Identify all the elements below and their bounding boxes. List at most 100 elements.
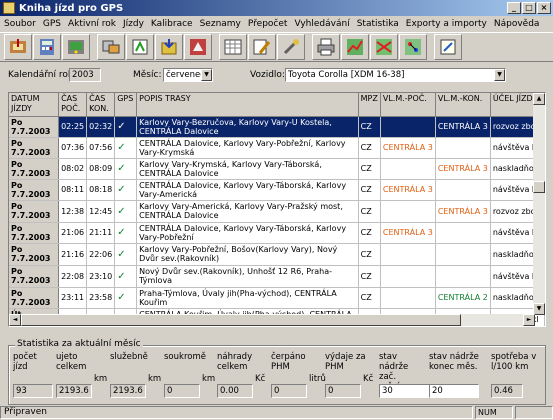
map-icon[interactable] — [341, 34, 369, 60]
help-icon[interactable] — [434, 34, 462, 60]
route-recalc-icon[interactable] — [126, 34, 154, 60]
table-row[interactable]: Po 7.7.2003 08:02 08:09 ✓ Karlovy Vary-Kryms… — [9, 158, 545, 180]
menu-gps[interactable]: GPS — [43, 19, 61, 29]
cell-desc[interactable]: Nový Dvůr sev.(Rakovník), Unhošť 12 R6, … — [136, 265, 359, 288]
cell-end[interactable]: 21:11 — [86, 222, 116, 244]
cell-start[interactable]: 08:02 — [58, 158, 88, 180]
places-icon[interactable] — [184, 34, 212, 60]
cell-gps[interactable]: ✓ — [114, 265, 138, 288]
map-points-icon[interactable] — [399, 34, 427, 60]
cell-from[interactable]: CENTRÁLA 3 — [380, 222, 436, 244]
cell-to[interactable] — [435, 137, 491, 159]
cell-desc[interactable]: Karlovy Vary-Americká, Karlovy Vary-Praž… — [136, 200, 359, 223]
table-row[interactable]: Po 7.7.2003 21:06 21:11 ✓ CENTRÁLA Dalovice,… — [9, 222, 545, 244]
col-date[interactable]: DATUM JÍZDY — [9, 93, 60, 117]
cell-to[interactable]: CENTRÁLA 3 — [435, 116, 491, 138]
col-mpz[interactable]: MPZ — [358, 93, 381, 117]
cell-gps[interactable]: ✓ — [114, 179, 138, 201]
cell-to[interactable] — [435, 179, 491, 201]
cell-date[interactable]: Po 7.7.2003 — [9, 287, 60, 309]
menu-napoveda[interactable]: Nápověda — [494, 19, 540, 29]
col-end[interactable]: ČAS KON. — [86, 93, 116, 117]
vehicles-icon[interactable] — [97, 34, 125, 60]
cell-start[interactable]: 07:36 — [58, 137, 88, 159]
cell-from[interactable] — [380, 158, 436, 180]
cell-start[interactable]: 23:11 — [58, 287, 88, 309]
cell-end[interactable]: 22:06 — [86, 243, 116, 266]
cell-end[interactable]: 08:18 — [86, 179, 116, 201]
cell-date[interactable]: Po 7.7.2003 — [9, 200, 60, 223]
col-desc[interactable]: POPIS TRASY — [136, 93, 359, 117]
cell-mpz[interactable]: CZ — [358, 243, 381, 266]
cell-start[interactable]: 08:11 — [58, 179, 88, 201]
scroll-left-icon[interactable]: ◄ — [9, 314, 21, 326]
cell-from[interactable]: CENTRÁLA 3 — [380, 137, 436, 159]
cell-end[interactable]: 12:45 — [86, 200, 116, 223]
cell-end[interactable]: 23:10 — [86, 265, 116, 288]
table-row[interactable]: Po 7.7.2003 07:36 07:56 ✓ CENTRÁLA Dalovice,… — [9, 137, 545, 159]
cell-desc[interactable]: Praha-Týmlova, Úvaly jih(Pha-východ), CE… — [136, 287, 359, 309]
cell-desc[interactable]: CENTRÁLA Dalovice, Karlovy Vary-Táborská… — [136, 222, 359, 244]
cell-desc[interactable]: Karlovy Vary-Pobřežní, Bošov(Karlovy Var… — [136, 243, 359, 266]
cell-mpz[interactable]: CZ — [358, 200, 381, 223]
cell-date[interactable]: Po 7.7.2003 — [9, 179, 60, 201]
cell-mpz[interactable]: CZ — [358, 137, 381, 159]
cell-end[interactable]: 08:09 — [86, 158, 116, 180]
cell-date[interactable]: Po 7.7.2003 — [9, 158, 60, 180]
cell-from[interactable] — [380, 243, 436, 266]
cell-from[interactable] — [380, 200, 436, 223]
minimize-button[interactable]: _ — [507, 2, 521, 14]
cell-to[interactable]: CENTRÁLA 3 — [435, 200, 491, 223]
stat-value[interactable]: 20 — [429, 384, 479, 398]
cell-desc[interactable]: CENTRÁLA Dalovice, Karlovy Vary-Táborská… — [136, 179, 359, 201]
cell-mpz[interactable]: CZ — [358, 265, 381, 288]
scroll-up-icon[interactable]: ▲ — [533, 93, 545, 105]
month-select[interactable]: červenec ▼ — [163, 68, 213, 82]
chevron-down-icon[interactable]: ▼ — [494, 69, 505, 81]
col-start[interactable]: ČAS POČ. — [58, 93, 88, 117]
gps-download-icon[interactable] — [4, 34, 32, 60]
trips-grid[interactable]: DATUM JÍZDY ČAS POČ. ČAS KON. GPS POPIS … — [8, 92, 546, 327]
hscroll-thumb[interactable] — [21, 314, 461, 326]
cell-start[interactable]: 12:38 — [58, 200, 88, 223]
cell-start[interactable]: 22:08 — [58, 265, 88, 288]
menu-seznamy[interactable]: Seznamy — [200, 19, 241, 29]
menu-jizdy[interactable]: Jízdy — [123, 19, 144, 29]
scroll-right-icon[interactable]: ► — [523, 314, 535, 326]
cell-to[interactable]: CENTRÁLA 2 — [435, 287, 491, 309]
gps-settings-icon[interactable] — [62, 34, 90, 60]
cell-to[interactable] — [435, 222, 491, 244]
cell-end[interactable]: 23:58 — [86, 287, 116, 309]
cell-end[interactable]: 02:32 — [86, 116, 116, 138]
stat-value[interactable]: 30 — [379, 384, 431, 398]
cell-gps[interactable]: ✓ — [114, 243, 138, 266]
cell-gps[interactable]: ✓ — [114, 200, 138, 223]
cell-date[interactable]: Po 7.7.2003 — [9, 243, 60, 266]
col-to[interactable]: VL.M.-KON. — [435, 93, 491, 117]
table-row[interactable]: Po 7.7.2003 21:16 22:06 ✓ Karlovy Vary-Pobře… — [9, 243, 545, 266]
cell-gps[interactable]: ✓ — [114, 287, 138, 309]
cell-date[interactable]: Po 7.7.2003 — [9, 137, 60, 159]
table-row[interactable]: Po 7.7.2003 23:11 23:58 ✓ Praha-Týmlova, Úva… — [9, 287, 545, 309]
cell-start[interactable]: 02:25 — [58, 116, 88, 138]
menu-aktivni-rok[interactable]: Aktivní rok — [68, 19, 116, 29]
cell-date[interactable]: Po 7.7.2003 — [9, 116, 60, 138]
cell-mpz[interactable]: CZ — [358, 158, 381, 180]
horizontal-scrollbar[interactable]: ◄ ► — [9, 314, 535, 326]
vertical-scrollbar[interactable]: ▲ ▼ — [533, 93, 545, 315]
cell-gps[interactable]: ✓ — [114, 222, 138, 244]
vehicle-select[interactable]: Toyota Corolla [XDM 16-38] ▼ — [285, 68, 506, 82]
cell-gps[interactable]: ✓ — [114, 116, 138, 138]
cell-gps[interactable]: ✓ — [114, 158, 138, 180]
cell-mpz[interactable]: CZ — [358, 222, 381, 244]
table-row[interactable]: Po 7.7.2003 12:38 12:45 ✓ Karlovy Vary-Ameri… — [9, 200, 545, 223]
year-field[interactable]: 2003 — [69, 68, 101, 82]
cell-mpz[interactable]: CZ — [358, 287, 381, 309]
table-row[interactable]: Po 7.7.2003 08:11 08:18 ✓ CENTRÁLA Dalovice,… — [9, 179, 545, 201]
cell-gps[interactable]: ✓ — [114, 137, 138, 159]
chevron-down-icon[interactable]: ▼ — [201, 69, 212, 81]
menu-prepocet[interactable]: Přepočet — [248, 19, 288, 29]
cell-to[interactable] — [435, 243, 491, 266]
cell-desc[interactable]: CENTRÁLA Dalovice, Karlovy Vary-Pobřežní… — [136, 137, 359, 159]
print-icon[interactable] — [312, 34, 340, 60]
